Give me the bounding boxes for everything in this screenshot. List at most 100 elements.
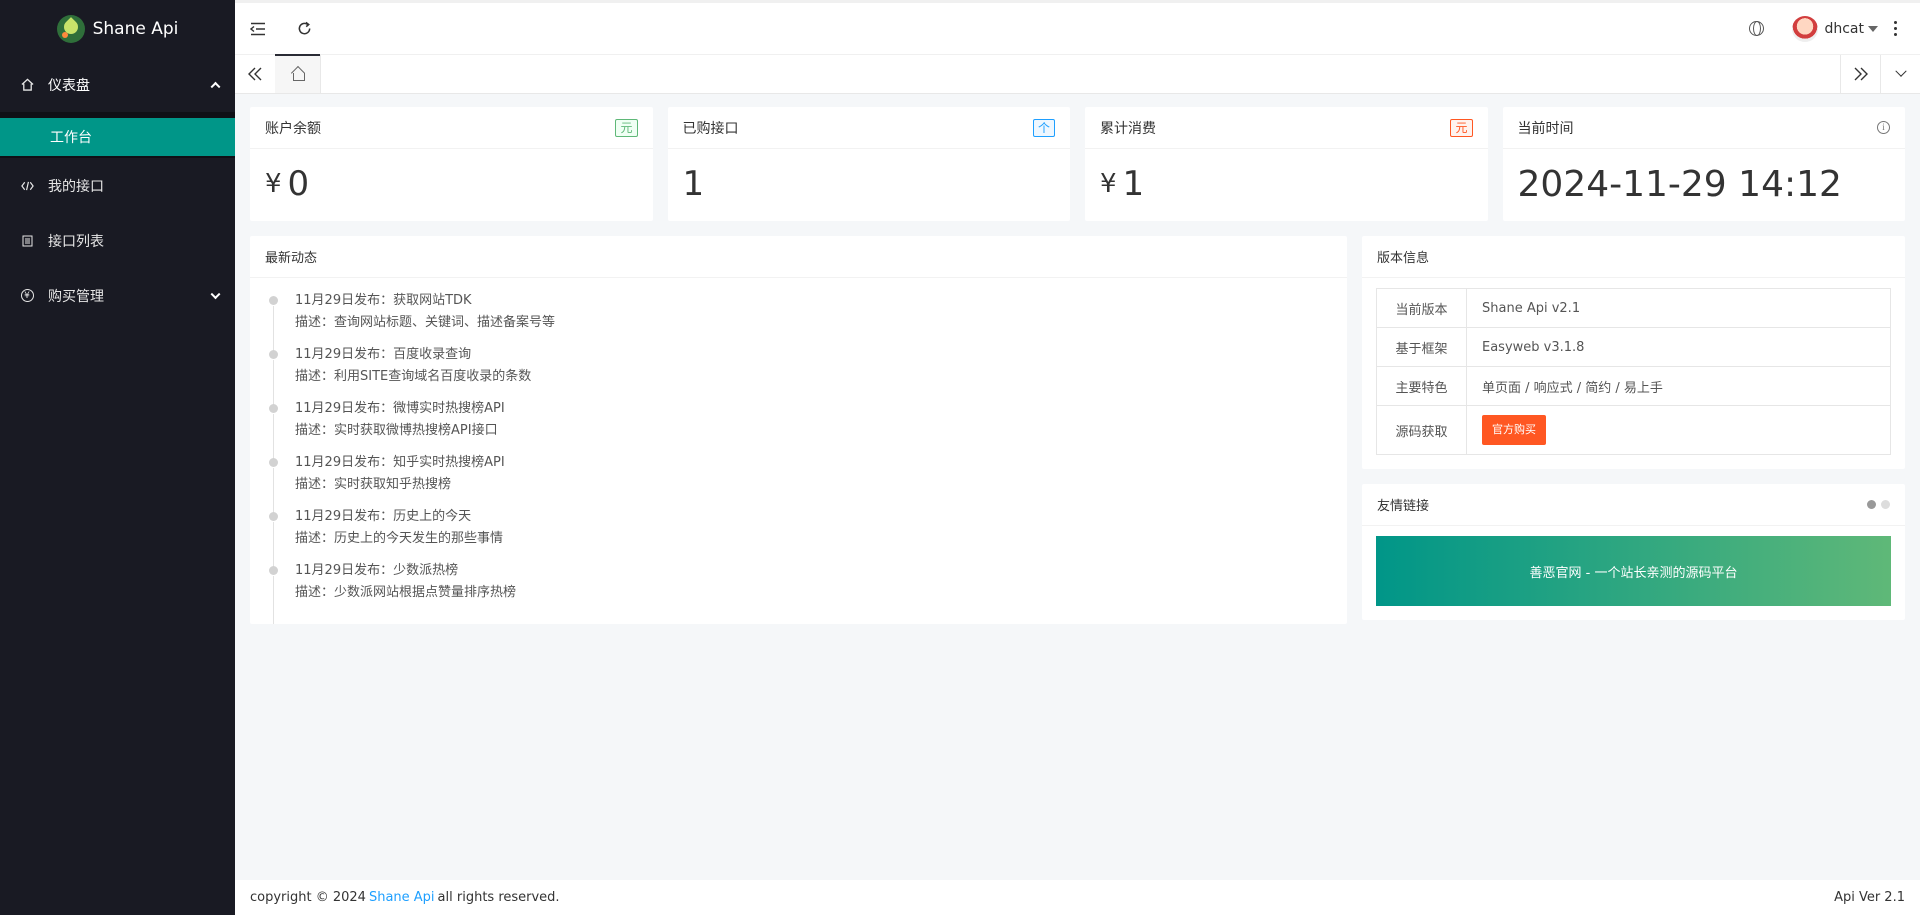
api-version: Api Ver 2.1 [1834,890,1905,905]
list-icon [20,235,34,247]
table-value: 官方购买 [1466,405,1891,455]
sidebar-item-api-list[interactable]: 接口列表 [0,213,235,268]
table-row: 基于框架 Easyweb v3.1.8 [1376,327,1891,367]
currency-symbol: ¥ [1100,169,1117,199]
stat-value: 0 [287,164,310,204]
version-table: 当前版本 Shane Api v2.1 基于框架 Easyweb v3.1.8 … [1376,288,1891,455]
table-key: 基于框架 [1376,327,1467,367]
rocket-logo-icon [56,14,85,43]
info-icon: i [1877,121,1890,134]
sidebar-item-purchase[interactable]: ¥ 购买管理 [0,268,235,323]
refresh-icon [298,21,310,35]
table-row: 源码获取 官方购买 [1376,405,1891,455]
carousel-dot[interactable] [1881,500,1890,509]
double-chevron-left-icon [248,67,262,81]
collapse-sidebar-button[interactable] [235,3,281,54]
table-value: Easyweb v3.1.8 [1466,327,1891,367]
list-item: 11月29日发布：知乎实时热搜榜API 描述：实时获取知乎热搜榜 [265,452,1332,514]
tabs-dropdown-button[interactable] [1880,55,1920,93]
list-item: 11月29日发布：获取网站TDK 描述：查询网站标题、关键词、描述备案号等 [265,290,1332,352]
table-key: 主要特色 [1376,366,1467,406]
content-row: 最新动态 11月29日发布：获取网站TDK 描述：查询网站标题、关键词、描述备案… [250,236,1905,624]
list-item: 11月29日发布：历史上的今天 描述：历史上的今天发生的那些事情 [265,506,1332,568]
home-icon [20,78,34,91]
sidebar-item-label: 购买管理 [48,288,104,305]
sidebar-item-my-api[interactable]: 我的接口 [0,158,235,213]
official-purchase-button[interactable]: 官方购买 [1482,415,1546,445]
links-panel: 友情链接 善恶官网 - 一个站长亲测的源码平台 [1362,484,1905,620]
timeline-dot [269,512,278,521]
stats-row: 账户余额 元 ¥ 0 已购接口 个 1 累计消费 元 ¥ 1 当前时间 i 20… [250,107,1905,221]
list-item: 11月29日发布：微博实时热搜榜API 描述：实时获取微博热搜榜API接口 [265,398,1332,460]
news-desc: 描述：实时获取知乎热搜榜 [295,477,452,492]
stat-card-purchased: 已购接口 个 1 [667,107,1070,221]
stat-card-spent: 累计消费 元 ¥ 1 [1085,107,1488,221]
footer-brand-link[interactable]: Shane Api [369,890,435,905]
card-title: 账户余额 [265,120,321,137]
refresh-button[interactable] [281,3,327,54]
user-menu[interactable]: dhcat [1792,15,1878,42]
news-title: 11月29日发布：知乎实时热搜榜API [295,455,505,470]
yen-circle-icon: ¥ [20,289,34,302]
news-title: 11月29日发布：历史上的今天 [295,509,472,524]
news-title: 11月29日发布：获取网站TDK [295,293,472,308]
version-panel: 版本信息 当前版本 Shane Api v2.1 基于框架 Easyweb v3… [1362,236,1905,469]
carousel-dot[interactable] [1867,500,1876,509]
timeline-dot [269,350,278,359]
sidebar-submenu-dashboard: 工作台 [0,112,235,158]
copyright-suffix: all rights reserved. [437,890,560,905]
sidebar-item-dashboard[interactable]: 仪表盘 [0,57,235,112]
tabs-scroll-right-button[interactable] [1840,55,1880,93]
timeline-dot [269,458,278,467]
unit-badge: 个 [1032,118,1055,137]
card-title: 累计消费 [1100,120,1156,137]
card-title: 已购接口 [682,120,739,137]
table-key: 源码获取 [1376,405,1467,455]
unit-badge: 元 [615,118,638,137]
home-icon [291,68,305,81]
sidebar-item-label: 接口列表 [48,233,104,250]
sidebar: Shane Api 仪表盘 工作台 我的接口 接口列表 ¥ 购买管理 [0,0,235,915]
timeline-dot [269,404,278,413]
copyright-prefix: copyright © 2024 [250,890,366,905]
brand[interactable]: Shane Api [0,0,235,57]
timeline-dot [269,566,278,575]
footer: copyright © 2024 Shane Api all rights re… [235,880,1920,915]
header-right: dhcat [1749,3,1920,54]
news-desc: 描述：少数派网站根据点赞量排序热榜 [295,585,517,600]
sidebar-item-label: 仪表盘 [48,77,90,94]
chevron-up-icon [210,81,221,92]
list-item: 11月29日发布：百度收录查询 描述：利用SITE查询域名百度收录的条数 [265,344,1332,406]
news-desc: 描述：利用SITE查询域名百度收录的条数 [295,369,532,384]
panel-title: 最新动态 [265,251,318,266]
table-row: 主要特色 单页面 / 响应式 / 简约 / 易上手 [1376,366,1891,406]
friend-link-banner[interactable]: 善恶官网 - 一个站长亲测的源码平台 [1376,536,1891,606]
panel-title: 友情链接 [1377,499,1430,514]
table-row: 当前版本 Shane Api v2.1 [1376,288,1891,328]
list-item: 11月29日发布：少数派热榜 描述：少数派网站根据点赞量排序热榜 [265,560,1332,624]
table-value: Shane Api v2.1 [1466,288,1891,328]
top-header: dhcat [235,0,1920,54]
brand-name: Shane Api [92,18,179,39]
sidebar-item-label: 我的接口 [48,178,104,195]
globe-icon[interactable] [1749,21,1765,36]
table-value: 单页面 / 响应式 / 简约 / 易上手 [1466,366,1891,406]
sidebar-item-label: 工作台 [50,130,92,146]
news-panel: 最新动态 11月29日发布：获取网站TDK 描述：查询网站标题、关键词、描述备案… [250,236,1347,624]
more-vertical-icon[interactable] [1894,21,1898,36]
main-content: 账户余额 元 ¥ 0 已购接口 个 1 累计消费 元 ¥ 1 当前时间 i 20… [235,95,1920,880]
news-title: 11月29日发布：百度收录查询 [295,347,472,362]
tab-home[interactable] [275,54,321,93]
tabs-scroll-left-button[interactable] [235,55,275,93]
avatar [1792,15,1819,42]
username: dhcat [1824,20,1864,37]
sidebar-item-workbench[interactable]: 工作台 [0,118,235,156]
news-timeline: 11月29日发布：获取网站TDK 描述：查询网站标题、关键词、描述备案号等 11… [250,278,1347,624]
chevron-down-icon [210,288,221,299]
code-icon [20,181,34,191]
banner-text: 善恶官网 - 一个站长亲测的源码平台 [1529,565,1738,581]
timeline-dot [269,296,278,305]
news-desc: 描述：实时获取微博热搜榜API接口 [295,423,498,438]
news-desc: 描述：查询网站标题、关键词、描述备案号等 [295,315,556,330]
menu-fold-icon [250,22,265,35]
